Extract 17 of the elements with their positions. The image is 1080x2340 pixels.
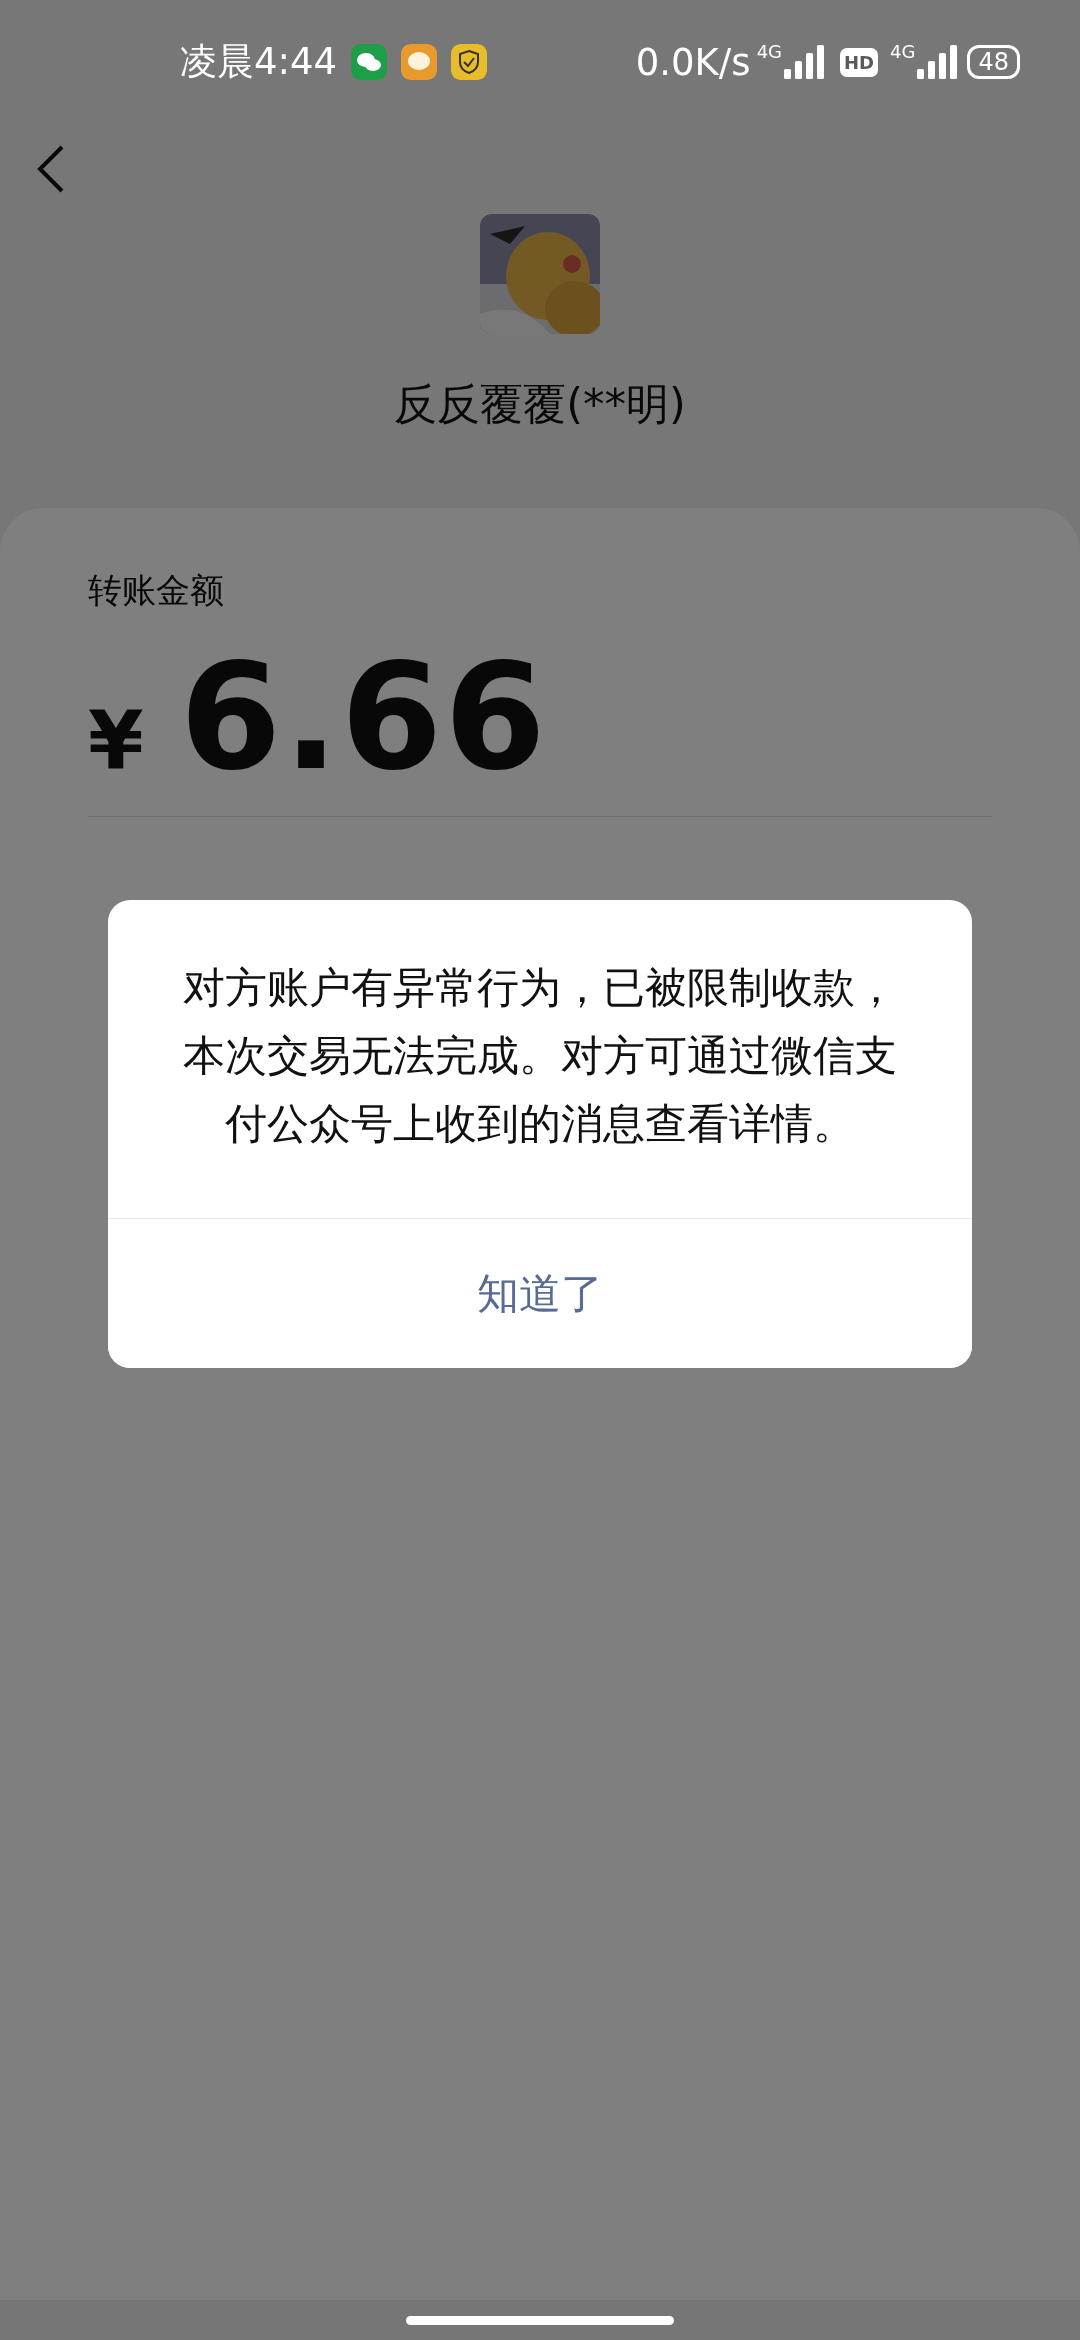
battery-level: 48 — [967, 45, 1020, 79]
confirm-button[interactable]: 知道了 — [108, 1218, 972, 1368]
amount-label: 转账金额 — [88, 569, 225, 612]
contact-name: 反反覆覆(**明) — [394, 378, 686, 431]
amount-value: 6.66 — [179, 632, 548, 802]
chat-app-icon — [351, 44, 388, 80]
back-icon[interactable] — [36, 144, 66, 194]
network-type: 4G — [756, 41, 783, 62]
status-time: 凌晨4:44 — [180, 39, 338, 85]
network-speed: 0.0K/s — [635, 40, 751, 84]
home-indicator[interactable] — [406, 2315, 674, 2325]
hd-badge: HD — [840, 47, 879, 77]
network-type: 4G — [890, 41, 916, 62]
message-app-icon — [401, 44, 438, 80]
dialog-message: 对方账户有异常行为，已被限制收款，本次交易无法完成。对方可通过微信支付公众号上收到的消息查看详情。 — [182, 962, 898, 1150]
currency-symbol: ¥ — [88, 694, 144, 787]
shield-icon — [451, 44, 488, 80]
